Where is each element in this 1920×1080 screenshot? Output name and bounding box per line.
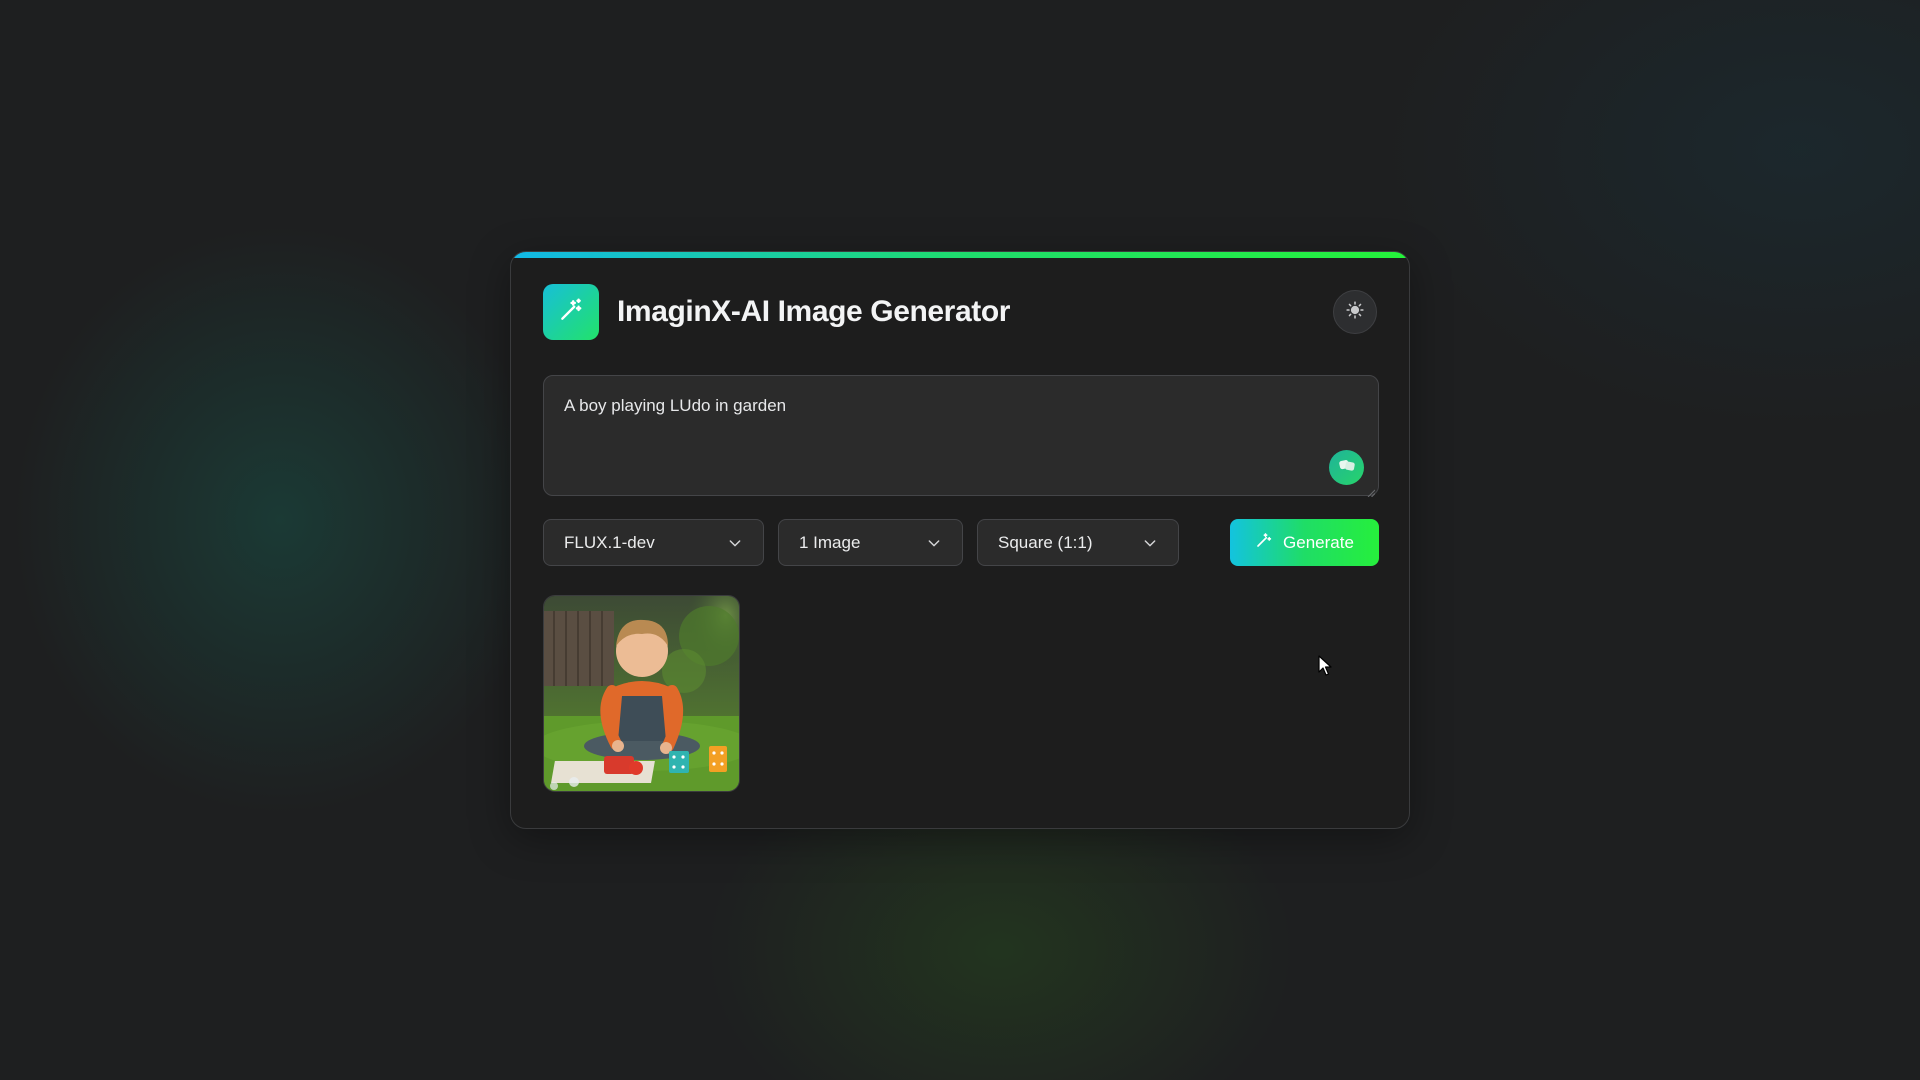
mouse-cursor-icon	[1318, 655, 1332, 682]
image-count-select[interactable]: 1 Image	[778, 519, 963, 566]
generator-card: ImaginX-AI Image Generator A boy playing…	[510, 251, 1410, 829]
image-count-value: 1 Image	[799, 532, 861, 552]
header: ImaginX-AI Image Generator	[543, 284, 1377, 340]
generate-button[interactable]: Generate	[1230, 519, 1379, 566]
prompt-text[interactable]: A boy playing LUdo in garden	[564, 396, 786, 416]
aspect-ratio-select[interactable]: Square (1:1)	[977, 519, 1179, 566]
page-title: ImaginX-AI Image Generator	[617, 295, 1011, 328]
aspect-ratio-value: Square (1:1)	[998, 532, 1093, 552]
resize-grip[interactable]	[1367, 484, 1376, 498]
controls-row: FLUX.1-dev 1 Image Square (1:1) Generate	[543, 519, 1379, 566]
theme-toggle-button[interactable]	[1333, 290, 1377, 334]
magic-wand-icon	[558, 297, 584, 328]
sun-icon	[1346, 300, 1364, 324]
chevron-down-icon	[727, 535, 743, 551]
dice-icon	[1338, 458, 1356, 477]
prompt-input[interactable]: A boy playing LUdo in garden	[543, 375, 1379, 498]
model-select[interactable]: FLUX.1-dev	[543, 519, 764, 566]
generated-image[interactable]	[543, 595, 740, 792]
random-prompt-button[interactable]	[1329, 450, 1364, 485]
model-select-value: FLUX.1-dev	[564, 532, 655, 552]
chevron-down-icon	[1142, 535, 1158, 551]
accent-bar	[511, 252, 1409, 258]
image-gallery	[543, 595, 740, 792]
chevron-down-icon	[926, 535, 942, 551]
app-logo	[543, 284, 599, 340]
magic-wand-icon	[1255, 531, 1283, 554]
generate-label: Generate	[1283, 532, 1354, 552]
